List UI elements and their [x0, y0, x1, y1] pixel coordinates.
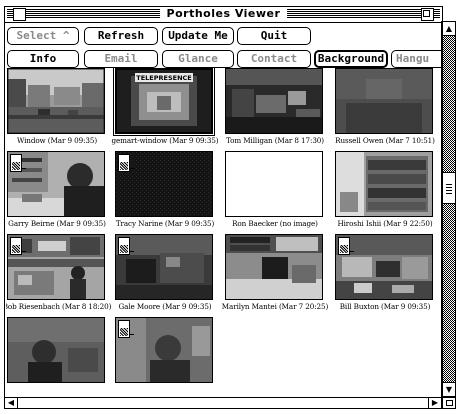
- porthole-image[interactable]: [115, 234, 213, 300]
- porthole-tile[interactable]: Ron Baecker (no image): [224, 151, 326, 231]
- person-dim-snapshot: [8, 318, 104, 382]
- quit-button[interactable]: Quit: [237, 27, 311, 45]
- arrow-down-icon[interactable]: ▼: [443, 382, 455, 396]
- cluttered-snapshot: [336, 235, 432, 299]
- porthole-image[interactable]: [225, 68, 323, 134]
- porthole-image[interactable]: [115, 317, 213, 383]
- street-snapshot: [8, 69, 104, 133]
- document-status-icon: [118, 237, 134, 255]
- porthole-caption: Gale Moore (Mar 9 09:35): [118, 302, 212, 311]
- porthole-caption: [6, 384, 114, 396]
- office-dark-snapshot: [226, 69, 322, 133]
- porthole-image-selected[interactable]: TELEPRESENCE: [113, 68, 215, 136]
- porthole-image[interactable]: [225, 234, 323, 300]
- porthole-tile[interactable]: Russell Owen (Mar 7 10:51): [334, 68, 436, 148]
- document-status-icon: [10, 154, 26, 172]
- porthole-tile[interactable]: [114, 317, 216, 397]
- porthole-caption: gemart-window (Mar 9 09:35): [111, 136, 219, 145]
- select-button[interactable]: Select ^: [7, 27, 79, 45]
- document-status-icon: [338, 237, 354, 255]
- porthole-tile[interactable]: Hiroshi Ishii (Mar 9 22:50): [334, 151, 436, 231]
- porthole-caption: Marilyn Mantei (Mar 7 20:25): [221, 302, 329, 311]
- portholes-window: Portholes Viewer Select ^ Refresh Update…: [0, 0, 460, 414]
- porthole-caption: Window (Mar 9 09:35): [16, 136, 98, 145]
- porthole-caption: Garry Beirne (Mar 9 09:35): [8, 219, 106, 228]
- telepresence-sign: TELEPRESENCE: [136, 74, 191, 82]
- vertical-scrollbar[interactable]: ▲ ▼: [442, 21, 456, 397]
- porthole-caption: Tom Milligan (Mar 8 17:30): [226, 136, 324, 145]
- porthole-tile[interactable]: Bob Riesenbach (Mar 8 18:20): [6, 234, 111, 314]
- porthole-image[interactable]: [7, 317, 105, 383]
- porthole-tile[interactable]: Gale Moore (Mar 9 09:35): [114, 234, 216, 314]
- arrow-right-icon[interactable]: ▶: [428, 398, 441, 408]
- person-gray-snapshot: [116, 318, 212, 382]
- porthole-tile[interactable]: Bill Buxton (Mar 9 09:35): [334, 234, 436, 314]
- porthole-caption: Bill Buxton (Mar 9 09:35): [339, 302, 431, 311]
- black-snapshot: [116, 152, 212, 216]
- person-desk-snapshot: [8, 152, 104, 216]
- porthole-image[interactable]: [7, 68, 105, 134]
- porthole-grid: Window (Mar 9 09:35) TELEPRESENCE gemart…: [6, 68, 438, 398]
- porthole-tile[interactable]: [6, 317, 108, 397]
- porthole-caption: Ron Baecker (no image): [232, 219, 318, 228]
- porthole-image[interactable]: [335, 68, 433, 134]
- background-button[interactable]: Background: [314, 50, 388, 68]
- porthole-image[interactable]: [115, 151, 213, 217]
- porthole-caption: Bob Riesenbach (Mar 8 18:20): [6, 302, 112, 311]
- contact-button[interactable]: Contact: [237, 50, 311, 68]
- dark-gray-snapshot: [336, 69, 432, 133]
- arrow-up-icon[interactable]: ▲: [443, 22, 455, 36]
- grow-box-icon[interactable]: [442, 397, 456, 409]
- title-bar[interactable]: Portholes Viewer: [4, 6, 443, 23]
- arrow-left-icon[interactable]: ◀: [5, 398, 18, 408]
- info-button[interactable]: Info: [7, 50, 79, 68]
- porthole-tile[interactable]: Garry Beirne (Mar 9 09:35): [6, 151, 108, 231]
- porthole-tile[interactable]: Tracy Narine (Mar 9 09:35): [114, 151, 216, 231]
- tv-snapshot: TELEPRESENCE: [117, 70, 211, 132]
- porthole-image-empty[interactable]: [225, 151, 323, 217]
- porthole-image[interactable]: [335, 234, 433, 300]
- document-status-icon: [118, 320, 134, 338]
- porthole-tile[interactable]: TELEPRESENCE gemart-window (Mar 9 09:35): [112, 68, 219, 148]
- refresh-button[interactable]: Refresh: [84, 27, 158, 45]
- bookshelf-snapshot: [336, 152, 432, 216]
- porthole-image[interactable]: [335, 151, 433, 217]
- porthole-caption: [108, 384, 222, 396]
- porthole-image[interactable]: [7, 234, 105, 300]
- hangup-button[interactable]: Hangu: [391, 50, 444, 68]
- porthole-caption: Tracy Narine (Mar 9 09:35): [115, 219, 215, 228]
- office-chair-snapshot: [226, 235, 322, 299]
- document-status-icon: [10, 237, 26, 255]
- glance-button[interactable]: Glance: [162, 50, 234, 68]
- porthole-caption: Russell Owen (Mar 7 10:51): [335, 136, 435, 145]
- chair-dark-snapshot: [116, 235, 212, 299]
- lab-snapshot: [8, 235, 104, 299]
- zoom-box-icon[interactable]: [421, 8, 434, 21]
- scroll-thumb[interactable]: [443, 172, 455, 204]
- horizontal-scrollbar[interactable]: ◀ ▶: [4, 397, 442, 409]
- document-status-icon: [118, 154, 134, 172]
- update-me-button[interactable]: Update Me: [162, 27, 234, 45]
- close-box-icon[interactable]: [13, 8, 26, 21]
- porthole-tile[interactable]: Window (Mar 9 09:35): [6, 68, 108, 148]
- porthole-image[interactable]: [7, 151, 105, 217]
- email-button[interactable]: Email: [84, 50, 158, 68]
- window-title: Portholes Viewer: [159, 7, 288, 20]
- porthole-caption: Hiroshi Ishii (Mar 9 22:50): [337, 219, 433, 228]
- porthole-tile[interactable]: Tom Milligan (Mar 8 17:30): [224, 68, 326, 148]
- porthole-tile[interactable]: Marilyn Mantei (Mar 7 20:25): [222, 234, 328, 314]
